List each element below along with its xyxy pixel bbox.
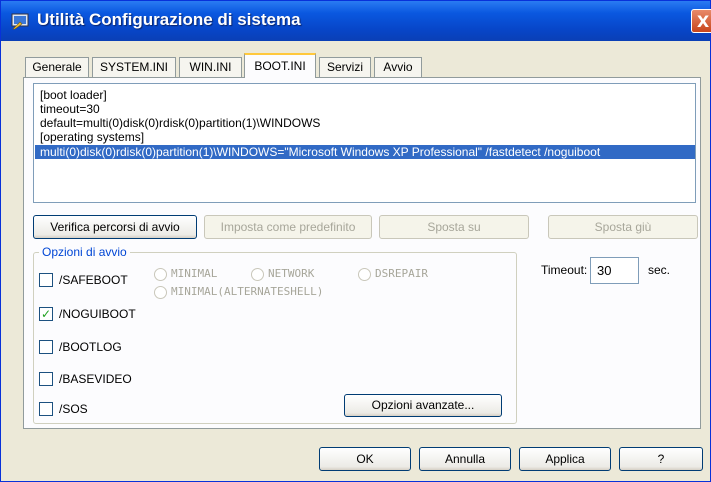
check-mark-icon: ✓ — [40, 307, 52, 321]
timeout-label: Timeout: — [541, 263, 588, 277]
boot-ini-line[interactable]: [operating systems] — [40, 130, 144, 144]
window-title: Utilità Configurazione di sistema — [37, 10, 301, 29]
tab-win-ini[interactable]: WIN.INI — [179, 57, 242, 77]
title-bar[interactable]: Utilità Configurazione di sistema — [1, 1, 710, 41]
cancel-button[interactable]: Annulla — [419, 447, 511, 471]
apply-button[interactable]: Applica — [519, 447, 611, 471]
help-button[interactable]: ? — [619, 447, 703, 471]
timeout-unit: sec. — [648, 263, 671, 277]
bootlog-label: /BOOTLOG — [59, 340, 122, 354]
radio-network-label: NETWORK — [268, 267, 315, 280]
radio-dsrepair[interactable] — [358, 268, 371, 281]
safeboot-checkbox[interactable] — [39, 273, 53, 287]
boot-ini-line-selected[interactable]: multi(0)disk(0)rdisk(0)partition(1)\WIND… — [35, 145, 695, 159]
radio-minimal[interactable] — [154, 268, 167, 281]
boot-ini-line[interactable]: timeout=30 — [40, 102, 100, 116]
noguiboot-checkbox[interactable]: ✓ — [39, 307, 53, 321]
advanced-options-button[interactable]: Opzioni avanzate... — [344, 394, 502, 417]
bootlog-checkbox[interactable] — [39, 340, 53, 354]
radio-minimal-alternateshell-label: MINIMAL(ALTERNATESHELL) — [171, 285, 324, 298]
boot-ini-line[interactable]: [boot loader] — [40, 88, 107, 102]
noguiboot-label: /NOGUIBOOT — [59, 307, 136, 321]
move-up-button[interactable]: Sposta su — [379, 215, 529, 239]
ok-button[interactable]: OK — [319, 447, 411, 471]
sos-checkbox[interactable] — [39, 402, 53, 416]
close-icon: X — [696, 12, 710, 31]
boot-ini-textbox[interactable]: [boot loader] timeout=30 default=multi(0… — [33, 83, 696, 203]
basevideo-checkbox[interactable] — [39, 372, 53, 386]
sos-label: /SOS — [59, 402, 88, 416]
tab-label: SYSTEM.INI — [99, 60, 168, 74]
tab-label: Avvio — [383, 60, 413, 74]
basevideo-label: /BASEVIDEO — [59, 372, 132, 386]
tab-avvio[interactable]: Avvio — [374, 57, 422, 77]
tab-label: WIN.INI — [189, 60, 232, 74]
timeout-input[interactable]: 30 — [590, 257, 639, 284]
boot-options-label: Opzioni di avvio — [39, 245, 130, 259]
move-down-button[interactable]: Sposta giù — [548, 215, 698, 239]
radio-minimal-alternateshell[interactable] — [154, 286, 167, 299]
tab-label: Servizi — [326, 60, 363, 74]
tab-generale[interactable]: Generale — [25, 57, 89, 77]
radio-dsrepair-label: DSREPAIR — [375, 267, 428, 280]
tab-label: Generale — [32, 60, 82, 74]
system-config-app-icon — [11, 13, 29, 30]
tab-servizi[interactable]: Servizi — [319, 57, 371, 77]
radio-network[interactable] — [251, 268, 264, 281]
safeboot-label: /SAFEBOOT — [59, 273, 128, 287]
tab-label: BOOT.INI — [254, 59, 306, 73]
system-config-window: Utilità Configurazione di sistema X Gene… — [0, 0, 711, 482]
boot-ini-line[interactable]: default=multi(0)disk(0)rdisk(0)partition… — [40, 116, 320, 130]
radio-minimal-label: MINIMAL — [171, 267, 218, 280]
tab-boot-ini[interactable]: BOOT.INI — [244, 53, 316, 78]
set-default-button[interactable]: Imposta come predefinito — [204, 215, 372, 239]
tab-system-ini[interactable]: SYSTEM.INI — [92, 57, 176, 77]
close-button[interactable]: X — [691, 9, 711, 33]
verify-boot-paths-button[interactable]: Verifica percorsi di avvio — [33, 215, 197, 239]
